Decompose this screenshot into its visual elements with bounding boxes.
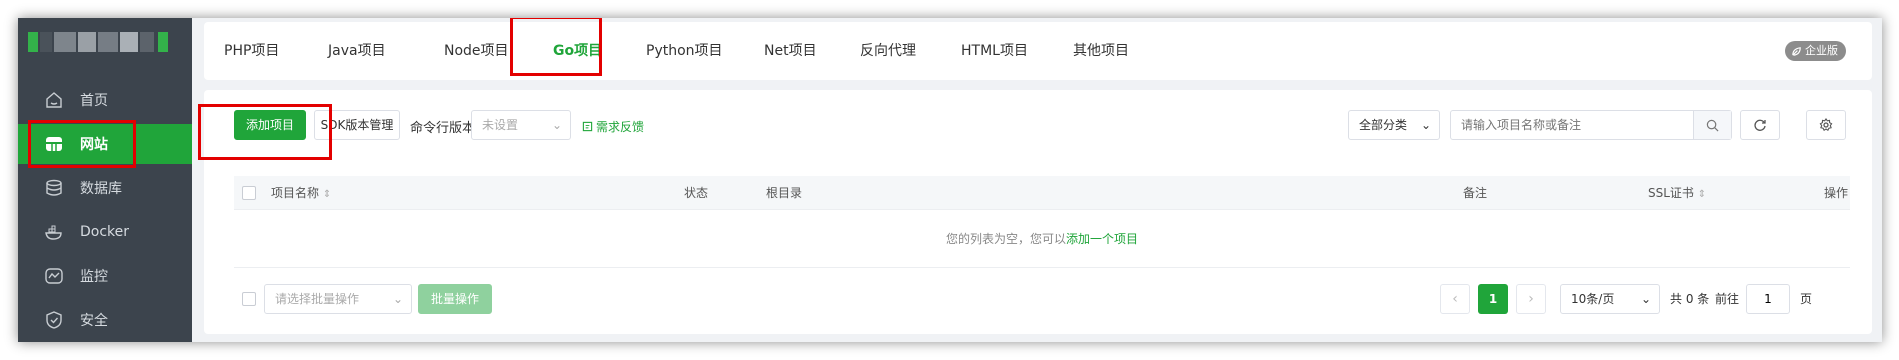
highlight-box-add-project [198, 104, 332, 160]
logo [28, 32, 178, 52]
page-suffix: 页 [1800, 292, 1813, 306]
prev-page-button[interactable]: ‹ [1440, 284, 1470, 314]
search-button[interactable] [1693, 111, 1731, 139]
feedback-link[interactable]: 需求反馈 [582, 118, 644, 135]
column-name-label: 项目名称 [271, 186, 320, 200]
tab-reverse-proxy[interactable]: 反向代理 [860, 22, 916, 80]
project-type-tabs: PHP项目 Java项目 Node项目 Go项目 Python项目 Net项目 … [204, 22, 1872, 80]
sidebar-item-security[interactable]: 安全 [18, 300, 192, 340]
docker-icon [45, 225, 62, 240]
sidebar-item-label: 安全 [80, 313, 108, 329]
sort-icon: ⇕ [1697, 189, 1707, 200]
tab-html[interactable]: HTML项目 [961, 22, 1028, 80]
feedback-link-label: 需求反馈 [596, 120, 645, 134]
sidebar-item-label: 首页 [80, 93, 108, 109]
category-value: 全部分类 [1359, 118, 1408, 132]
refresh-icon [1754, 119, 1766, 131]
column-remark: 备注 [1463, 186, 1488, 200]
refresh-button[interactable] [1740, 110, 1780, 140]
goto-page-input[interactable] [1746, 284, 1790, 314]
sidebar-item-label: 数据库 [80, 181, 122, 197]
batch-action-placeholder: 请选择批量操作 [275, 292, 360, 306]
sidebar-item-database[interactable]: 数据库 [18, 168, 192, 208]
highlight-box-go-tab [510, 18, 602, 76]
page-size-value: 10条/页 [1571, 292, 1615, 306]
select-all-checkbox[interactable] [242, 186, 256, 200]
enterprise-badge-label: 企业版 [1805, 44, 1838, 57]
empty-list-message: 您的列表为空，您可以添加一个项目 [234, 210, 1850, 268]
search-icon [1706, 119, 1719, 131]
goto-label: 前往 [1715, 292, 1740, 306]
sidebar-item-home[interactable]: 首页 [18, 80, 192, 120]
app-window: 首页 网站 数据库 Docker 监控 安全 PHP项目 Java项目 Node… [18, 18, 1882, 342]
tab-java[interactable]: Java项目 [328, 22, 386, 80]
feedback-icon [582, 121, 593, 132]
chevron-down-icon: ⌄ [1420, 118, 1431, 132]
sidebar-item-label: Docker [80, 224, 130, 240]
add-project-link[interactable]: 添加一个项目 [1066, 232, 1138, 246]
search-input[interactable] [1451, 111, 1695, 139]
batch-select-checkbox[interactable] [242, 292, 256, 306]
tab-node[interactable]: Node项目 [444, 22, 509, 80]
sort-icon: ⇕ [322, 189, 332, 200]
column-root-dir: 根目录 [766, 186, 803, 200]
cli-version-label: 命令行版本 [410, 121, 476, 136]
empty-list-text: 您的列表为空，您可以 [945, 232, 1066, 246]
current-page[interactable]: 1 [1478, 284, 1508, 314]
tab-php[interactable]: PHP项目 [224, 22, 279, 80]
column-name[interactable]: 项目名称 ⇕ [271, 176, 331, 212]
settings-button[interactable] [1806, 110, 1846, 140]
tab-net[interactable]: Net项目 [764, 22, 817, 80]
table-header: 项目名称 ⇕ 状态 根目录 备注 SSL证书 ⇕ 操作 [234, 176, 1850, 210]
batch-action-select[interactable]: 请选择批量操作 ⌄ [264, 284, 412, 314]
page-size-select[interactable]: 10条/页 ⌄ [1560, 284, 1660, 314]
sidebar-item-monitor[interactable]: 监控 [18, 256, 192, 296]
highlight-box-websites [28, 120, 136, 168]
tab-other[interactable]: 其他项目 [1073, 22, 1129, 80]
category-select[interactable]: 全部分类 ⌄ [1348, 110, 1440, 140]
chevron-down-icon: ⌄ [551, 118, 562, 132]
sidebar-item-label: 监控 [80, 269, 108, 285]
home-icon [46, 92, 62, 108]
database-icon [46, 179, 62, 196]
column-actions: 操作 [1824, 186, 1849, 200]
column-status: 状态 [684, 186, 709, 200]
chevron-down-icon: ⌄ [1640, 292, 1651, 306]
batch-action-button[interactable]: 批量操作 [418, 284, 492, 314]
cli-version-select[interactable]: 未设置 ⌄ [471, 110, 571, 140]
column-ssl-label: SSL证书 [1648, 186, 1694, 200]
column-ssl[interactable]: SSL证书 ⇕ [1648, 176, 1706, 212]
leaf-icon [1792, 46, 1801, 56]
next-page-button[interactable]: › [1516, 284, 1546, 314]
project-panel: 添加项目 SDK版本管理 命令行版本 未设置 ⌄ 需求反馈 全部分类 ⌄ 请输入… [204, 90, 1872, 334]
gear-icon [1819, 118, 1833, 131]
tab-python[interactable]: Python项目 [646, 22, 723, 80]
shield-icon [46, 311, 62, 329]
sidebar: 首页 网站 数据库 Docker 监控 安全 [18, 18, 192, 342]
search-box [1450, 110, 1732, 140]
monitor-icon [45, 268, 63, 284]
enterprise-badge[interactable]: 企业版 [1785, 41, 1846, 61]
cli-version-value: 未设置 [482, 118, 519, 132]
total-count: 共 0 条 [1670, 292, 1710, 306]
sidebar-item-docker[interactable]: Docker [18, 212, 192, 252]
chevron-down-icon: ⌄ [392, 292, 403, 306]
